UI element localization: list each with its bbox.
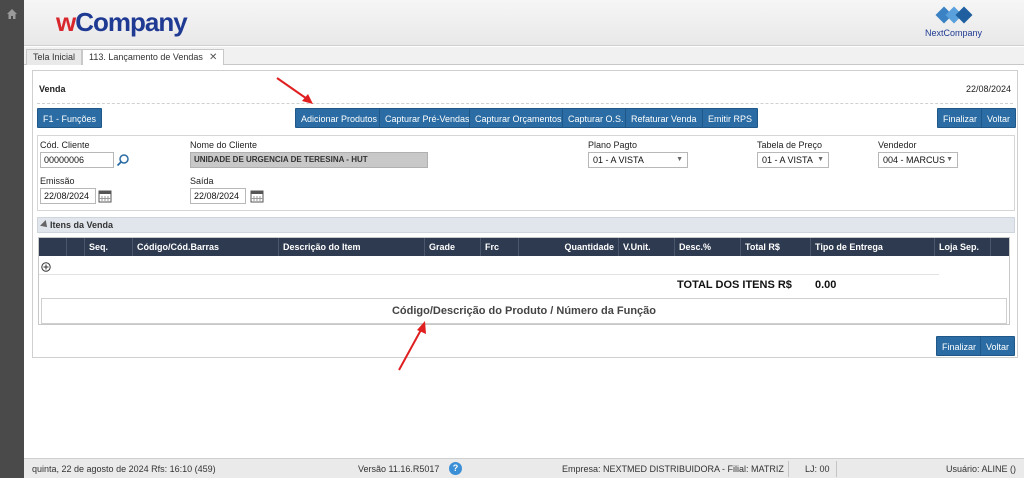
tabela-preco-label: Tabela de Preço [757, 140, 823, 150]
grid-header: Seq. Código/Cód.Barras Descrição do Item… [39, 238, 1009, 256]
search-icon[interactable] [116, 153, 130, 167]
tab-tela-inicial[interactable]: Tela Inicial [26, 49, 83, 65]
column-header-total[interactable]: Total R$ [741, 238, 811, 256]
column-header-grade[interactable]: Grade [425, 238, 481, 256]
row-divider [39, 274, 939, 275]
product-search-input[interactable]: Código/Descrição do Produto / Número da … [41, 298, 1007, 324]
capturar-os-button[interactable]: Capturar O.S. [562, 108, 630, 128]
column-header-vunit[interactable]: V.Unit. [619, 238, 675, 256]
column-header-descricao[interactable]: Descrição do Item [279, 238, 425, 256]
nome-cliente-label: Nome do Cliente [190, 140, 258, 150]
plano-pagto-label: Plano Pagto [588, 140, 638, 150]
emissao-input[interactable]: 22/08/2024 [40, 188, 96, 204]
home-icon[interactable] [6, 8, 18, 20]
page-title: Venda [39, 84, 66, 94]
column-header-loja-sep[interactable]: Loja Sep. [935, 238, 991, 256]
emissao-label: Emissão [40, 176, 75, 186]
column-header[interactable] [991, 238, 1009, 256]
collapse-icon[interactable] [40, 220, 50, 230]
saida-input[interactable]: 22/08/2024 [190, 188, 246, 204]
vendedor-select[interactable]: 004 - MARCUS ▼ [878, 152, 958, 168]
calendar-icon[interactable] [98, 189, 112, 203]
status-bar: quinta, 22 de agosto de 2024 Rfs: 16:10 … [24, 458, 1024, 478]
emitir-rps-button[interactable]: Emitir RPS [702, 108, 759, 128]
total-itens-label: TOTAL DOS ITENS R$ [677, 279, 792, 291]
app-header: wCompany NextCompany [24, 0, 1024, 46]
column-header-desc[interactable]: Desc.% [675, 238, 741, 256]
adicionar-produtos-button[interactable]: Adicionar Produtos [295, 108, 384, 128]
refaturar-venda-button[interactable]: Refaturar Venda [625, 108, 703, 128]
chevron-down-icon: ▼ [946, 156, 953, 163]
column-header-seq[interactable]: Seq. [85, 238, 133, 256]
column-header-quantidade[interactable]: Quantidade [519, 238, 619, 256]
column-header-tipo-entrega[interactable]: Tipo de Entrega [811, 238, 935, 256]
close-tab-icon[interactable]: ✕ [209, 52, 217, 63]
tab-bar: Tela Inicial 113. Lançamento de Vendas ✕ [24, 47, 1024, 65]
column-header-codigo[interactable]: Código/Cód.Barras [133, 238, 279, 256]
help-icon[interactable]: ? [449, 462, 462, 475]
brand-logo: wCompany [56, 7, 188, 37]
saida-label: Saída [190, 176, 214, 186]
column-header[interactable] [39, 238, 67, 256]
cod-cliente-input[interactable]: 00000006 [40, 152, 114, 168]
divider [37, 103, 1013, 104]
vendedor-label: Vendedor [878, 140, 917, 150]
divider [836, 461, 837, 477]
annotation-arrow-icon [398, 321, 426, 371]
nome-cliente-input: UNIDADE DE URGENCIA DE TERESINA - HUT [190, 152, 428, 168]
add-row-icon[interactable] [41, 262, 51, 272]
itens-grid: Seq. Código/Cód.Barras Descrição do Item… [38, 237, 1010, 325]
annotation-arrow-icon [276, 77, 313, 104]
voltar-button-top[interactable]: Voltar [981, 108, 1017, 128]
capturar-orcamentos-button[interactable]: Capturar Orçamentos [469, 108, 568, 128]
status-datetime: quinta, 22 de agosto de 2024 Rfs: 16:10 … [32, 464, 216, 474]
chevron-down-icon: ▼ [676, 156, 683, 163]
capturar-pre-vendas-button[interactable]: Capturar Pré-Vendas [379, 108, 476, 128]
status-usuario: Usuário: ALINE () [946, 464, 1017, 474]
chevron-down-icon: ▼ [817, 156, 824, 163]
partner-label: NextCompany [924, 28, 982, 38]
venda-panel: Venda 22/08/2024 F1 - Funções Adicionar … [32, 70, 1018, 358]
venda-date: 22/08/2024 [965, 84, 1011, 94]
status-lj: LJ: 00 [805, 464, 830, 474]
column-header[interactable] [67, 238, 85, 256]
form-section: Cód. Cliente 00000006 Nome do Cliente UN… [37, 135, 1015, 211]
status-empresa: Empresa: NEXTMED DISTRIBUIDORA - Filial:… [562, 464, 784, 474]
calendar-icon[interactable] [250, 189, 264, 203]
column-header-frc[interactable]: Frc [481, 238, 519, 256]
divider [788, 461, 789, 477]
tabela-preco-select[interactable]: 01 - A VISTA ▼ [757, 152, 829, 168]
left-sidebar [0, 0, 24, 478]
plano-pagto-select[interactable]: 01 - A VISTA ▼ [588, 152, 688, 168]
total-itens-value: 0.00 [815, 279, 837, 291]
finalizar-button-top[interactable]: Finalizar [937, 108, 984, 128]
cod-cliente-label: Cód. Cliente [40, 140, 90, 150]
tab-lancamento-vendas[interactable]: 113. Lançamento de Vendas ✕ [82, 49, 225, 65]
itens-section-header[interactable]: Itens da Venda [37, 217, 1015, 233]
voltar-button-bottom[interactable]: Voltar [980, 336, 1016, 356]
status-version: Versão 11.16.R5017 [358, 464, 440, 474]
finalizar-button-bottom[interactable]: Finalizar [936, 336, 983, 356]
funcoes-button[interactable]: F1 - Funções [37, 108, 103, 128]
